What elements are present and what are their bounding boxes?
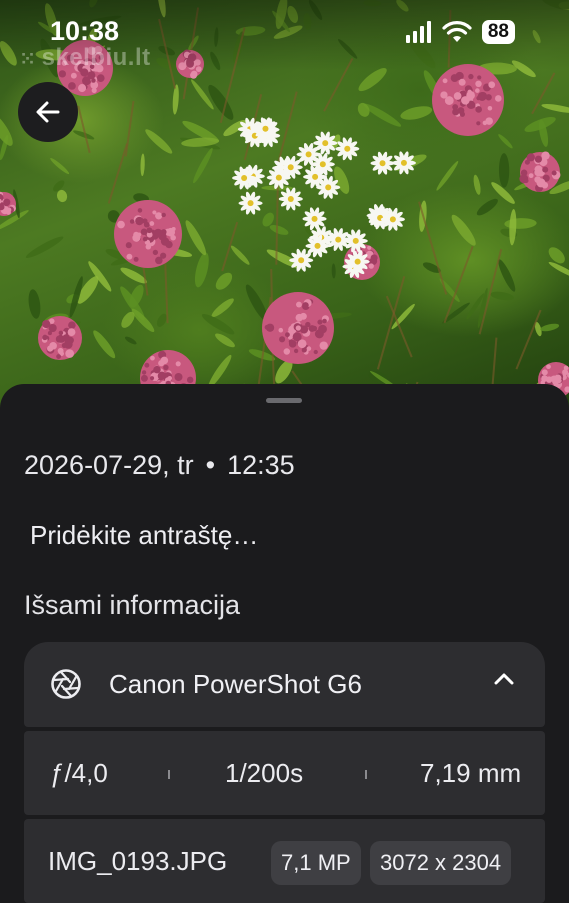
resolution-chip: 3072 x 2304: [370, 841, 512, 885]
focal-length-value: 7,19 mm: [420, 758, 522, 788]
shutter-value: 1/200s: [225, 758, 304, 788]
aperture-icon: [51, 669, 81, 699]
back-button[interactable]: [18, 82, 78, 142]
exif-card: ƒ/4,0 1/200s 7,19 mm: [24, 731, 545, 815]
file-card: IMG_0193.JPG 7,1 MP 3072 x 2304: [24, 819, 545, 903]
date-separator: •: [205, 450, 216, 480]
photo-time: 12:35: [227, 450, 295, 480]
photo-date: 2026-07-29, tr: [24, 450, 194, 480]
file-name: IMG_0193.JPG: [48, 846, 228, 876]
caption-input[interactable]: Pridėkite antraštę…: [30, 520, 258, 551]
megapixels-chip: 7,1 MP: [271, 841, 361, 885]
exif-divider: [365, 770, 367, 779]
details-heading: Išsami informacija: [24, 590, 241, 620]
chevron-up-icon[interactable]: [493, 672, 515, 686]
date-time[interactable]: 2026-07-29, tr • 12:35: [24, 450, 295, 481]
aperture-value: ƒ/4,0: [50, 758, 108, 788]
camera-model: Canon PowerShot G6: [109, 669, 362, 699]
camera-card[interactable]: Canon PowerShot G6: [24, 642, 545, 727]
arrow-left-icon: [36, 101, 60, 123]
exif-divider: [168, 770, 170, 779]
status-bar: 10:38 88: [0, 0, 569, 62]
battery-icon: 88: [481, 20, 515, 44]
wifi-icon: [442, 21, 472, 42]
status-time: 10:38: [50, 16, 120, 46]
details-sheet[interactable]: 2026-07-29, tr • 12:35 Pridėkite antraštę……: [0, 384, 569, 903]
sheet-drag-handle[interactable]: [266, 398, 302, 403]
signal-icon: [405, 21, 431, 43]
